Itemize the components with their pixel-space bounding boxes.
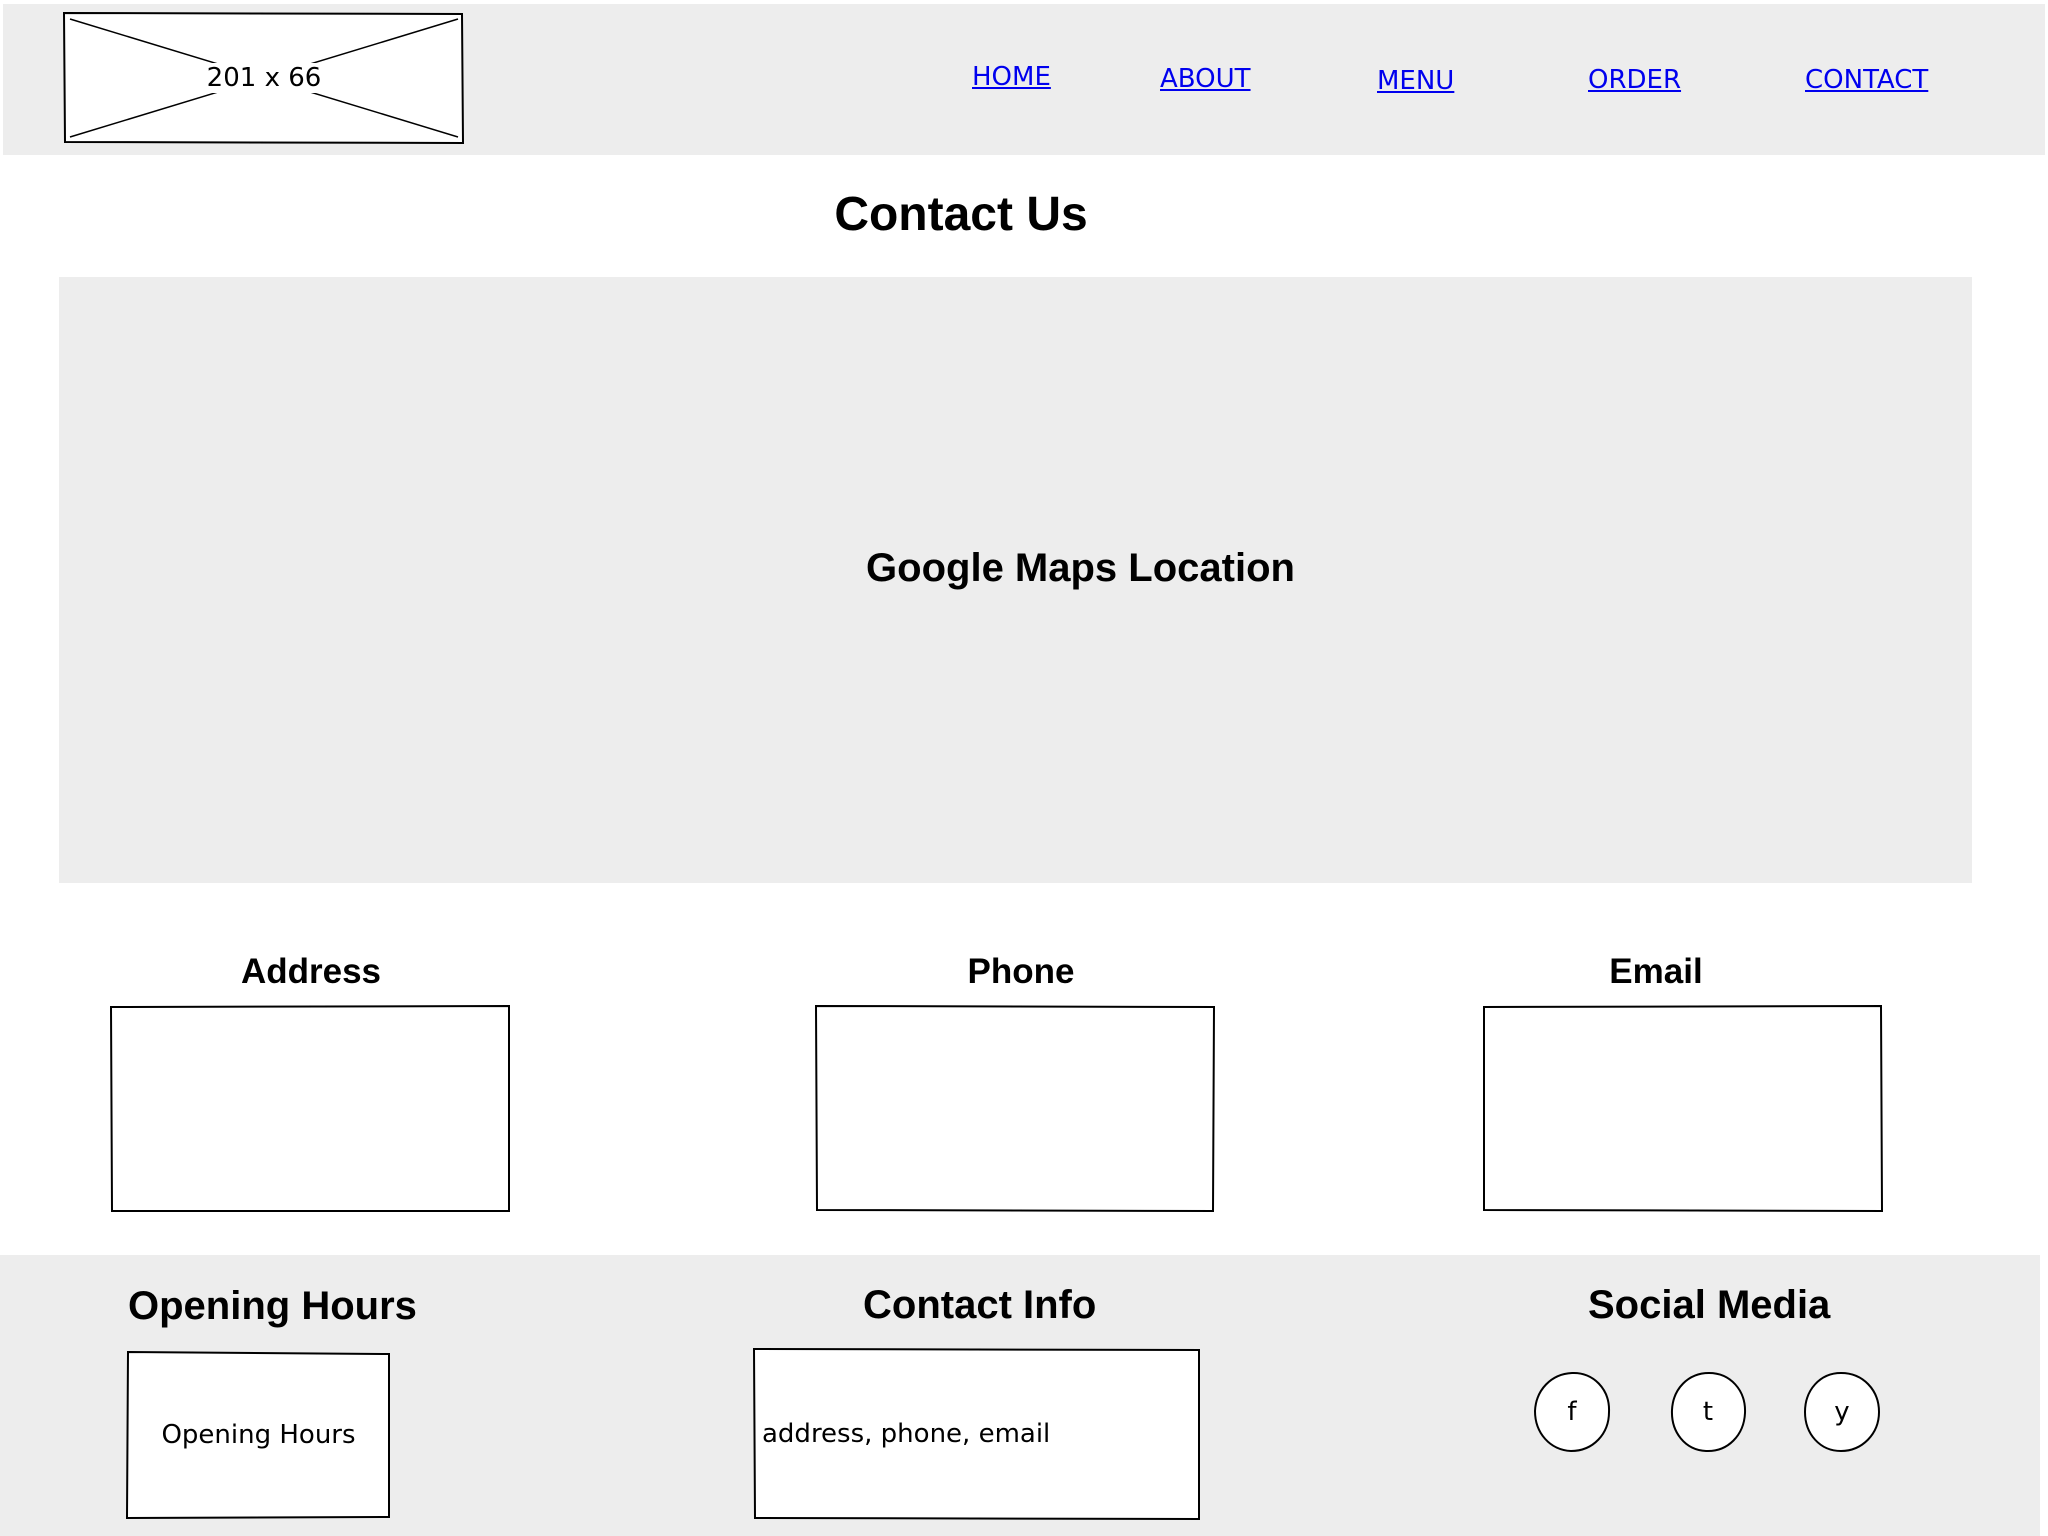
nav-home-link[interactable]: HOME (972, 62, 1051, 92)
page-title: Contact Us (834, 188, 1088, 241)
logo-placeholder: 201 x 66 (62, 11, 466, 145)
contact-info-heading: Contact Info (863, 1283, 1097, 1327)
logo-dimensions: 201 x 66 (204, 63, 324, 93)
nav-contact-link[interactable]: CONTACT (1805, 65, 1928, 95)
phone-box (815, 1005, 1215, 1212)
youtube-letter: y (1834, 1397, 1850, 1427)
address-heading: Address (240, 952, 382, 991)
opening-hours-heading: Opening Hours (128, 1284, 417, 1328)
twitter-icon[interactable]: t (1669, 1371, 1747, 1453)
twitter-letter: t (1702, 1397, 1714, 1427)
map-label: Google Maps Location (866, 545, 1295, 590)
youtube-icon[interactable]: y (1803, 1371, 1881, 1453)
site-footer: Opening Hours Opening Hours Contact Info… (0, 1255, 2040, 1536)
nav-order-link[interactable]: ORDER (1588, 65, 1681, 95)
contact-info-box: address, phone, email (753, 1348, 1200, 1520)
email-heading: Email (1609, 952, 1703, 991)
phone-heading: Phone (967, 952, 1075, 991)
address-box (110, 1005, 510, 1212)
facebook-icon[interactable]: f (1533, 1371, 1611, 1453)
facebook-letter: f (1567, 1397, 1577, 1427)
email-box (1483, 1005, 1883, 1212)
map-placeholder[interactable]: Google Maps Location (59, 277, 1972, 883)
opening-hours-box: Opening Hours (126, 1351, 391, 1519)
social-media-heading: Social Media (1588, 1283, 1831, 1327)
nav-menu-link[interactable]: MENU (1377, 66, 1454, 96)
contact-info-text: address, phone, email (762, 1419, 1051, 1449)
site-header: 201 x 66 HOME ABOUT MENU ORDER CONTACT (3, 4, 2045, 155)
opening-hours-text: Opening Hours (161, 1420, 356, 1450)
nav-about-link[interactable]: ABOUT (1160, 64, 1251, 94)
